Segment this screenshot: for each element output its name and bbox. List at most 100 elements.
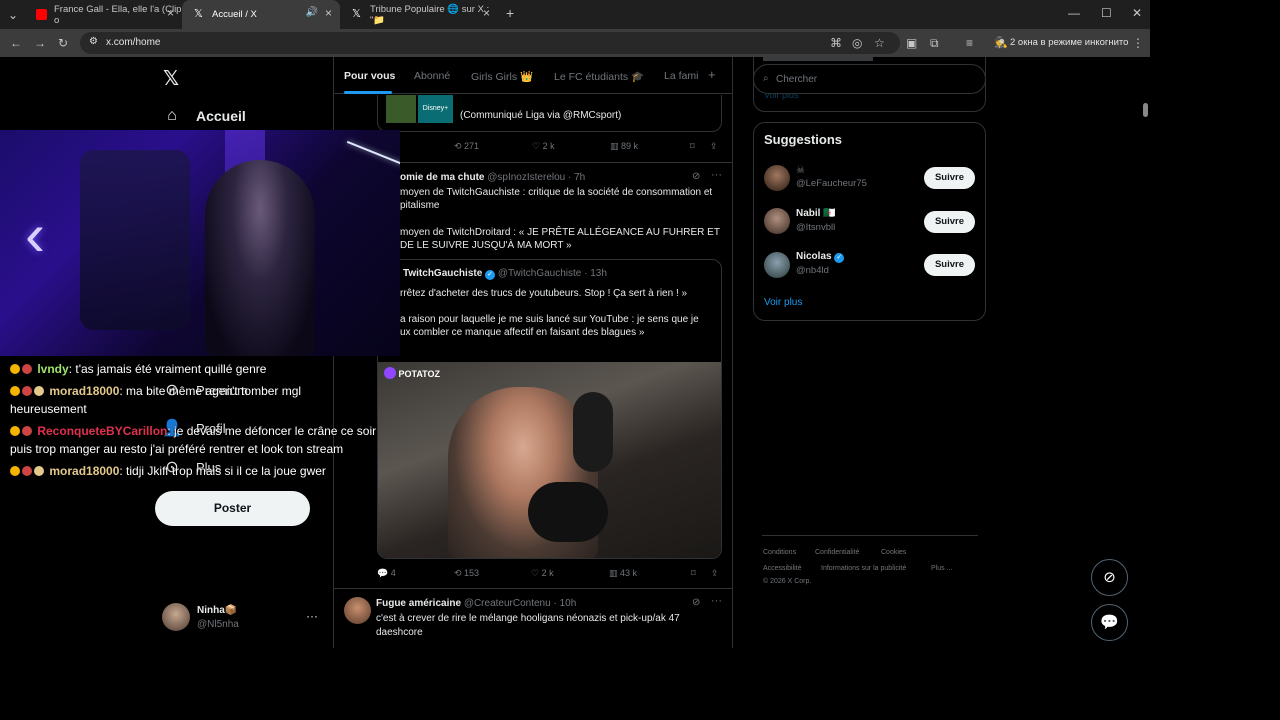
close-tab-icon[interactable]: × xyxy=(167,6,174,20)
quote-time: · 13h xyxy=(584,268,607,279)
tab-search-icon[interactable]: ⌄ xyxy=(8,8,18,22)
tab-following[interactable]: Abonné xyxy=(414,70,450,82)
follow-button[interactable]: Suivre xyxy=(924,254,975,276)
follow-button[interactable]: Suivre xyxy=(924,167,975,189)
grok-icon[interactable]: ⊘ xyxy=(692,171,700,182)
post[interactable]: Fugue américaine @CreateurContenu · 10h … xyxy=(334,589,732,648)
reply-icon[interactable]: 💬 4 xyxy=(377,568,454,579)
reload-icon[interactable]: ↻ xyxy=(58,36,68,50)
views-icon[interactable]: ▥ 43 k xyxy=(609,568,691,579)
follow-button[interactable]: Suivre xyxy=(924,211,975,233)
puzzle-icon[interactable]: ⧉ xyxy=(930,36,939,50)
close-tab-icon[interactable]: × xyxy=(325,6,332,20)
tab-youtube[interactable]: France Gall - Ella, elle l'a (Clip o × xyxy=(24,0,182,29)
media-icon[interactable]: ≡ xyxy=(966,36,973,50)
minimize-icon[interactable]: — xyxy=(1068,6,1080,20)
suggestion-item[interactable]: Nicolas ✓ @nb4ld Suivre xyxy=(754,250,987,280)
retweet-icon[interactable]: ⟲ 153 xyxy=(454,568,531,579)
post-handle[interactable]: @spInozIsterelou xyxy=(487,172,565,183)
card-thumbnail xyxy=(386,95,416,123)
new-tab-icon[interactable]: + xyxy=(506,6,514,20)
speaker-icon[interactable]: 🔊 xyxy=(306,7,318,18)
suggestion-item[interactable]: ☠ @LeFaucheur75 Suivre xyxy=(754,163,987,193)
suggestion-item[interactable]: Nabil 🇩🇿 @Itsnvbll Suivre xyxy=(754,207,987,237)
post-author[interactable]: omie de ma chute xyxy=(400,172,484,183)
bookmark-icon[interactable]: ⌑ xyxy=(690,141,710,152)
like-icon[interactable]: ♡ 2 k xyxy=(532,141,610,152)
views-icon[interactable]: ▥ 89 k xyxy=(610,141,690,152)
scrollbar[interactable] xyxy=(1140,57,1150,648)
post-time[interactable]: · 7h xyxy=(568,172,585,183)
scrollbar-thumb[interactable] xyxy=(1143,103,1148,117)
eye-off-icon[interactable]: ◎ xyxy=(852,36,862,50)
headphones xyxy=(573,392,613,472)
tab-girls-girls[interactable]: Girls Girls 👑 xyxy=(471,70,533,83)
share-icon[interactable]: ⇪ xyxy=(710,141,718,152)
tab-title: Accueil / X xyxy=(212,9,257,20)
url-text: x.com/home xyxy=(106,37,161,48)
footer-ads-info[interactable]: Informations sur la publicité xyxy=(821,565,906,572)
close-window-icon[interactable]: ✕ xyxy=(1132,6,1142,20)
nav-home[interactable]: ⌂ Accueil xyxy=(162,107,246,125)
retweet-icon[interactable]: ⟲ 271 xyxy=(454,141,532,152)
chat-message: morad18000: ma bite même agen't tomber m… xyxy=(10,384,301,398)
footer-cookies[interactable]: Cookies xyxy=(881,549,906,556)
tab-fc-etudiants[interactable]: Le FC étudiants 🎓 xyxy=(554,70,644,83)
grok-fab-icon[interactable]: ⊘ xyxy=(1091,559,1128,596)
post-handle[interactable]: @CreateurContenu xyxy=(464,598,551,609)
quoted-post[interactable]: TwitchGauchiste ✓ @TwitchGauchiste · 13h… xyxy=(377,259,722,559)
translate-icon[interactable]: ⌘ xyxy=(830,36,842,50)
forward-icon[interactable]: → xyxy=(34,36,46,50)
link-card[interactable]: Disney+ (Communiqué Liga via @RMCsport) xyxy=(377,95,722,132)
active-tab-indicator xyxy=(344,91,392,94)
search-icon: ⌕ xyxy=(763,73,769,84)
footer-more[interactable]: Plus ... xyxy=(931,565,952,572)
user-avatar xyxy=(764,208,790,234)
quote-text-line: a raison pour laquelle je me suis lancé … xyxy=(400,314,699,325)
footer-accessibility[interactable]: Accessibilité xyxy=(763,565,802,572)
user-name: Nabil 🇩🇿 xyxy=(796,208,836,219)
tab-x-home[interactable]: 𝕏 Accueil / X 🔊 × xyxy=(182,0,340,29)
chat-message-cont: puis trop manger au resto j'ai préféré r… xyxy=(10,442,344,456)
tab-for-you[interactable]: Pour vous xyxy=(344,70,395,82)
post-button[interactable]: Poster xyxy=(155,491,310,526)
quote-header: TwitchGauchiste ✓ @TwitchGauchiste · 13h xyxy=(403,268,607,280)
like-count: 2 k xyxy=(541,568,554,578)
post-author[interactable]: Fugue américaine xyxy=(376,598,461,609)
share-icon[interactable]: ⇪ xyxy=(711,568,719,579)
add-tab-icon[interactable]: + xyxy=(708,67,716,82)
more-dots-icon[interactable]: ··· xyxy=(306,609,318,623)
chat-text: : tidji Jkiff trop mais si il ce la joue… xyxy=(119,464,326,478)
menu-icon[interactable]: ⋮ xyxy=(1132,36,1144,50)
post-avatar[interactable] xyxy=(344,597,371,624)
x-logo-icon[interactable]: 𝕏 xyxy=(163,66,179,91)
see-more-link[interactable]: Voir plus xyxy=(764,297,802,308)
account-switcher[interactable]: Ninha📦 @Nl5nha ··· xyxy=(160,603,325,633)
extension-icon[interactable]: ▣ xyxy=(906,36,917,50)
messages-fab-icon[interactable]: 💬 xyxy=(1091,604,1128,641)
video-player[interactable]: POTATOZ xyxy=(378,362,721,558)
like-icon[interactable]: ♡ 2 k xyxy=(531,568,609,579)
post-text-line: DE LE SUIVRE JUSQU'À MA MORT » xyxy=(400,240,572,251)
bookmark-icon[interactable]: ⌑ xyxy=(691,568,711,579)
maximize-icon[interactable]: ☐ xyxy=(1101,6,1112,20)
quote-text-line: rrêtez d'acheter des trucs de youtubeurs… xyxy=(400,288,688,299)
close-tab-icon[interactable]: × xyxy=(483,6,490,20)
footer-conditions[interactable]: Conditions xyxy=(763,549,796,556)
search-input[interactable]: ⌕ Chercher xyxy=(753,64,986,94)
like-count: 2 k xyxy=(542,141,555,151)
youtube-favicon-icon xyxy=(36,9,47,20)
tab-la-fami[interactable]: La fami xyxy=(664,70,698,82)
bookmark-star-icon[interactable]: ☆ xyxy=(874,36,885,50)
more-dots-icon[interactable]: ··· xyxy=(711,595,722,607)
footer-privacy[interactable]: Confidentialité xyxy=(815,549,859,556)
site-info-icon[interactable]: ⚙ xyxy=(89,36,98,47)
back-icon[interactable]: ← xyxy=(10,36,22,50)
grok-icon[interactable]: ⊘ xyxy=(692,597,700,608)
more-dots-icon[interactable]: ··· xyxy=(711,169,722,181)
incognito-indicator[interactable]: 🕵 2 окна в режиме инкогнито xyxy=(988,33,1136,53)
post-time[interactable]: · 10h xyxy=(553,598,576,609)
tab-tribune[interactable]: 𝕏 Tribune Populaire 🌐 sur X : "📁 × xyxy=(340,0,498,29)
chat-text: : t'as jamais été vraiment quillé genre xyxy=(68,362,267,376)
address-bar[interactable]: ⚙ x.com/home xyxy=(80,32,900,54)
